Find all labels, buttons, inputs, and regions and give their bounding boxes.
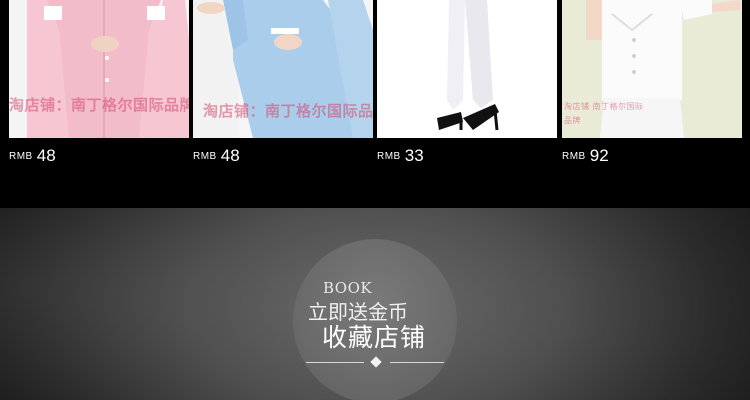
product-card[interactable]: 淘店铺：南丁格尔国际品牌 RMB 48: [9, 0, 189, 175]
price-amount: 33: [404, 146, 424, 165]
product-strip: 淘店铺：南丁格尔国际品牌 RMB48 淘店铺：南丁格尔国际品牌 RMB48: [0, 0, 750, 208]
product-card[interactable]: 淘店铺：南丁格尔国际品牌 RMB 48: [193, 0, 373, 175]
divider-right: [390, 362, 444, 363]
product-image[interactable]: [377, 0, 557, 138]
price-amount: 48: [36, 146, 56, 165]
currency-label: RMB: [193, 151, 217, 162]
product-card[interactable]: 淘店铺 南丁格尔国际品牌 RMB 92: [562, 0, 742, 175]
product-price: RMB 48: [193, 146, 240, 166]
product-watermark: 淘店铺：南丁格尔国际品牌: [203, 102, 373, 120]
product-watermark: 淘店铺 南丁格尔国际品牌: [564, 102, 644, 125]
product-price: RMB 92: [562, 146, 609, 166]
favorite-store-label[interactable]: 收藏店铺: [322, 318, 426, 354]
currency-label: RMB: [9, 151, 33, 162]
divider-left: [306, 362, 364, 363]
price-amount: 92: [589, 146, 609, 165]
price-amount: 48: [220, 146, 240, 165]
product-image[interactable]: 淘店铺 南丁格尔国际品牌: [562, 0, 742, 138]
product-watermark: 淘店铺：南丁格尔国际品牌: [9, 96, 189, 114]
favorite-store-banner: BOOK 立即送金币 收藏店铺: [0, 208, 750, 400]
currency-label: RMB: [377, 151, 401, 162]
book-label: BOOK: [323, 279, 373, 297]
product-image[interactable]: 淘店铺：南丁格尔国际品牌: [193, 0, 373, 138]
product-card[interactable]: RMB 33: [377, 0, 557, 175]
product-image[interactable]: 淘店铺：南丁格尔国际品牌: [9, 0, 189, 138]
currency-label: RMB: [562, 151, 586, 162]
product-price: RMB 48: [9, 146, 56, 166]
product-price: RMB 33: [377, 146, 424, 166]
